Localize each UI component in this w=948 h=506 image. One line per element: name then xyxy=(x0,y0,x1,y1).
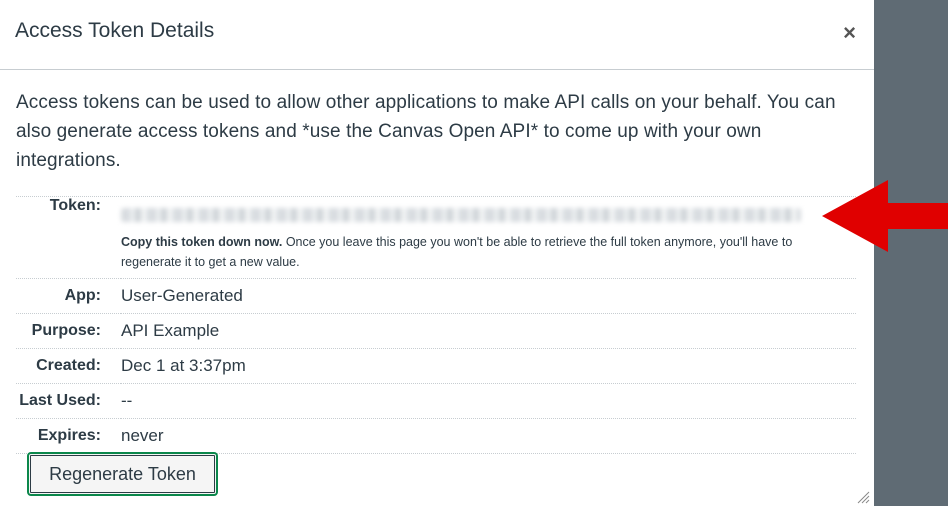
purpose-label: Purpose: xyxy=(16,313,121,349)
table-row: Created: Dec 1 at 3:37pm xyxy=(16,348,856,384)
regenerate-token-button[interactable]: Regenerate Token xyxy=(27,452,218,496)
dialog-header: Access Token Details × xyxy=(0,0,874,70)
token-warning: Copy this token down now. Once you leave… xyxy=(121,232,856,272)
token-label: Token: xyxy=(16,196,121,279)
table-row: App: User-Generated xyxy=(16,278,856,314)
last-used-label: Last Used: xyxy=(16,383,121,419)
token-warning-strong: Copy this token down now. xyxy=(121,235,283,249)
resize-handle-icon[interactable] xyxy=(856,490,870,504)
table-row: Expires: never xyxy=(16,418,856,454)
token-value-blurred[interactable] xyxy=(121,208,801,222)
expires-value: never xyxy=(121,418,856,454)
intro-text: Access tokens can be used to allow other… xyxy=(16,92,836,171)
app-label: App: xyxy=(16,278,121,314)
close-icon[interactable]: × xyxy=(843,22,856,44)
dialog-title: Access Token Details xyxy=(15,19,215,42)
table-row: Token: Copy this token down now. Once yo… xyxy=(16,196,856,279)
access-token-dialog: Access Token Details × Access tokens can… xyxy=(0,0,874,506)
token-details-table: Token: Copy this token down now. Once yo… xyxy=(16,196,856,454)
table-row: Purpose: API Example xyxy=(16,313,856,349)
created-label: Created: xyxy=(16,348,121,384)
last-used-value: -- xyxy=(121,383,856,419)
purpose-value: API Example xyxy=(121,313,856,349)
created-value: Dec 1 at 3:37pm xyxy=(121,348,856,384)
app-value: User-Generated xyxy=(121,278,856,314)
table-row: Last Used: -- xyxy=(16,383,856,419)
red-arrow-annotation xyxy=(822,180,948,252)
expires-label: Expires: xyxy=(16,418,121,454)
token-cell: Copy this token down now. Once you leave… xyxy=(121,196,856,279)
